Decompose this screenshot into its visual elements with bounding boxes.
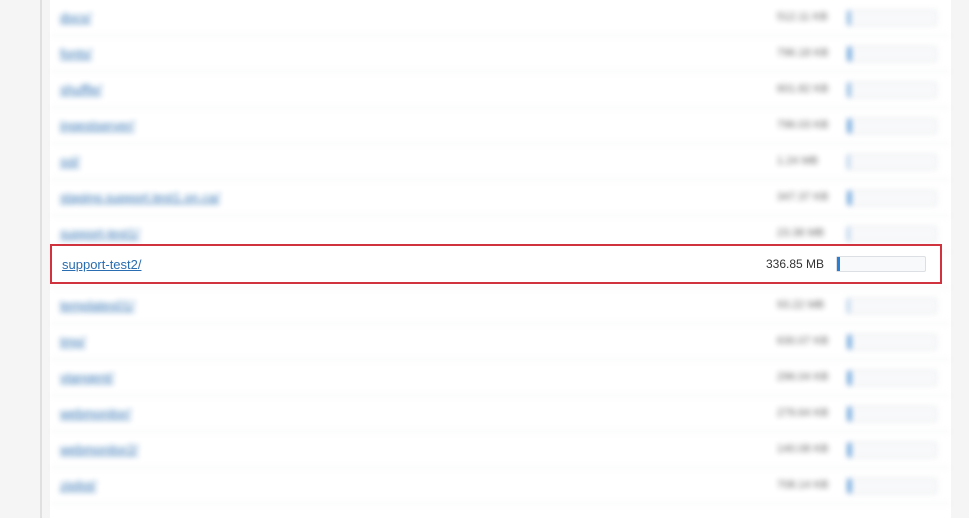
usage-bar — [847, 118, 937, 134]
directory-size: 1.24 MB — [777, 155, 839, 169]
usage-cell — [847, 46, 941, 62]
directory-size: 796.03 KB — [777, 119, 839, 133]
usage-bar — [847, 46, 937, 62]
directory-name-link[interactable]: vtangent/ — [60, 370, 769, 385]
table-row[interactable]: ssl/1.24 MB — [50, 144, 951, 180]
usage-fill — [848, 335, 851, 349]
usage-bar — [847, 226, 937, 242]
directory-size: 630.07 KB — [777, 335, 839, 349]
table-row[interactable]: templates01/93.22 MB — [50, 288, 951, 324]
usage-bar — [847, 298, 937, 314]
table-row[interactable]: vtangent/296.04 KB — [50, 360, 951, 396]
table-row[interactable]: ziplist/708.14 KB — [50, 468, 951, 504]
usage-bar — [847, 10, 937, 26]
usage-fill — [848, 155, 849, 169]
usage-bar — [836, 256, 926, 272]
directory-name-link[interactable]: support-test1/ — [60, 226, 769, 241]
directory-size: 23.38 MB — [777, 227, 839, 241]
table-row[interactable]: webmonitor2/140.08 KB — [50, 432, 951, 468]
table-row[interactable]: webmonitor/279.64 KB — [50, 396, 951, 432]
directory-size: 93.22 MB — [777, 299, 839, 313]
usage-fill — [848, 443, 851, 457]
highlighted-row[interactable]: support-test2/ 336.85 MB — [50, 244, 942, 284]
usage-bar — [847, 190, 937, 206]
usage-fill — [848, 47, 851, 61]
directory-size: 512.11 KB — [777, 11, 839, 25]
directory-name-link[interactable]: webmonitor2/ — [60, 442, 769, 457]
usage-bar — [847, 334, 937, 350]
usage-bar — [847, 442, 937, 458]
directory-name-link[interactable]: webmonitor/ — [60, 406, 769, 421]
directory-size: 140.08 KB — [777, 443, 839, 457]
table-row[interactable]: staging.support.test1.on.ca/347.37 KB — [50, 180, 951, 216]
page-container: docs/512.11 KBfonts/796.18 KBshuffle/601… — [0, 0, 969, 518]
directory-size: 296.04 KB — [777, 371, 839, 385]
directory-name-link[interactable]: templates01/ — [60, 298, 769, 313]
table-row[interactable]: ingestserver/796.03 KB — [50, 108, 951, 144]
usage-cell — [847, 406, 941, 422]
directory-name-link[interactable]: docs/ — [60, 10, 769, 25]
usage-cell — [847, 154, 941, 170]
usage-fill — [848, 119, 851, 133]
directory-size: 347.37 KB — [777, 191, 839, 205]
usage-fill — [848, 479, 851, 493]
directory-name-link[interactable]: shuffle/ — [60, 82, 769, 97]
usage-cell — [847, 334, 941, 350]
usage-fill — [848, 371, 851, 385]
directory-size: 796.18 KB — [777, 47, 839, 61]
directory-size: 279.64 KB — [777, 407, 839, 421]
usage-cell — [847, 442, 941, 458]
usage-bar — [847, 478, 937, 494]
usage-cell — [847, 478, 941, 494]
usage-bar — [847, 406, 937, 422]
usage-fill — [837, 257, 840, 271]
table-row[interactable]: shuffle/601.82 KB — [50, 72, 951, 108]
usage-bar — [847, 82, 937, 98]
usage-cell — [836, 256, 930, 272]
usage-cell — [847, 370, 941, 386]
usage-cell — [847, 298, 941, 314]
usage-cell — [847, 10, 941, 26]
usage-cell — [847, 82, 941, 98]
sidebar-edge — [40, 0, 42, 518]
table-row[interactable]: tmp/630.07 KB — [50, 324, 951, 360]
directory-size: 336.85 MB — [766, 257, 828, 272]
directory-name-link[interactable]: support-test2/ — [62, 257, 758, 272]
directory-size: 601.82 KB — [777, 83, 839, 97]
usage-bar — [847, 154, 937, 170]
usage-cell — [847, 118, 941, 134]
directory-name-link[interactable]: fonts/ — [60, 46, 769, 61]
usage-cell — [847, 226, 941, 242]
directory-name-link[interactable]: staging.support.test1.on.ca/ — [60, 190, 769, 205]
usage-fill — [848, 227, 849, 241]
table-row[interactable]: fonts/796.18 KB — [50, 36, 951, 72]
directory-name-link[interactable]: ingestserver/ — [60, 118, 769, 133]
directory-size: 708.14 KB — [777, 479, 839, 493]
usage-fill — [848, 191, 851, 205]
usage-fill — [848, 299, 849, 313]
usage-fill — [848, 407, 851, 421]
usage-cell — [847, 190, 941, 206]
table-row[interactable]: docs/512.11 KB — [50, 0, 951, 36]
directory-name-link[interactable]: ziplist/ — [60, 478, 769, 493]
usage-fill — [848, 11, 850, 25]
directory-name-link[interactable]: ssl/ — [60, 154, 769, 169]
directory-name-link[interactable]: tmp/ — [60, 334, 769, 349]
usage-bar — [847, 370, 937, 386]
usage-fill — [848, 83, 850, 97]
